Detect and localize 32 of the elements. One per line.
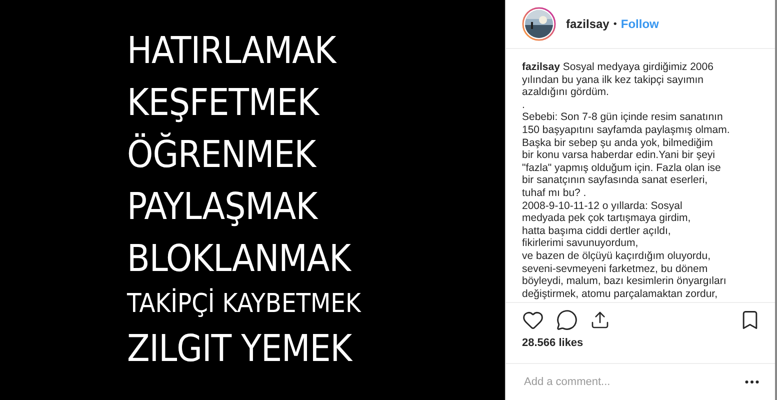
caption-text: fazilsay Sosyal medyaya girdiğimiz 2006	[522, 61, 714, 74]
caption-text: böyleydi, malum, bazı kesimlerin önyargıları	[522, 275, 728, 288]
caption-text: medyada pek çok tartışmaya girdim,	[522, 212, 692, 225]
image-text: ÖĞRENMEK	[127, 132, 316, 178]
image-text: PAYLAŞMAK	[127, 184, 318, 230]
caption-text: değiştirmek, atomu parçalamaktan zordur,	[522, 288, 719, 300]
likes-count: 28.566 likes	[521, 336, 584, 351]
image-text: HATIRLAMAK	[127, 28, 336, 74]
caption-text: hatta başıma ciddi dertler açıldı,	[522, 224, 672, 238]
image-text: ZILGIT YEMEK	[127, 326, 352, 372]
separator-dot: •	[613, 18, 617, 30]
caption-text: .	[522, 98, 526, 112]
heart-icon[interactable]	[522, 309, 544, 331]
username[interactable]: fazilsay	[566, 17, 610, 31]
share-icon[interactable]	[590, 310, 610, 330]
caption-text: yılından bu yana ilk kez takipçi sayımın	[522, 74, 705, 86]
caption-text: seveni-sevmeyeni farketmez, bu dönem	[522, 262, 709, 276]
caption-text: Sebebi: Son 7-8 gün içinde resim sanatının	[522, 111, 724, 124]
caption-text: ve bazen de ölçüyü kaçırdığım oluyordu,	[522, 250, 712, 262]
caption-text: bir sanatçının sayfasında sanat eserleri,	[522, 174, 709, 187]
image-text: BLOKLANMAK	[127, 236, 350, 282]
caption-text: 2008-9-10-11-12 o yıllarda: Sosyal	[522, 200, 684, 212]
comment-icon[interactable]	[556, 309, 578, 331]
caption-text: bir konu varsa haberdar edin.Yani bir şeyi	[522, 149, 716, 162]
image-text: TAKİPÇİ KAYBETMEK	[127, 288, 361, 320]
caption-text: tuhaf mı bu? .	[522, 186, 588, 200]
caption-text: fikirlerimi savunuyordum,	[522, 237, 640, 250]
caption-text: Başka bir sebep şu anda yok, bilmediğim	[522, 136, 714, 150]
caption-text: "fazla" yapmış olduğum için. Fazla olan ise	[522, 162, 722, 174]
caption-text: azaldığını gördüm.	[522, 86, 610, 99]
image-text: KEŞFETMEK	[127, 80, 319, 126]
caption-text: 150 başyapıtını sayfamda paylaşmış olmam.	[522, 124, 731, 137]
